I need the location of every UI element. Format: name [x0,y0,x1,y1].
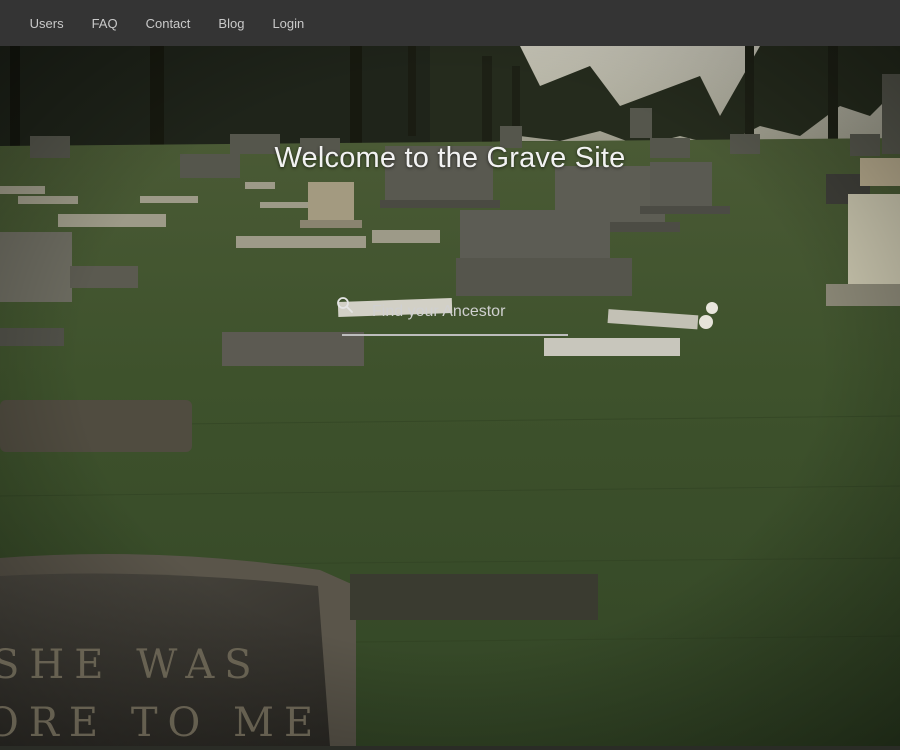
nav-item-login[interactable]: Login [272,16,304,31]
page-title: Welcome to the Grave Site [274,142,626,174]
search-input[interactable] [370,299,570,325]
nav-item-faq[interactable]: FAQ [92,16,118,31]
headstone-inscription-line-2: ORE TO ME [0,700,323,746]
top-navbar: t Users FAQ Contact Blog Login [0,0,900,46]
headstone-inscription-line-1: SHE WAS [0,642,262,688]
hero-section: SHE WAS ORE TO ME Welcome to the Grave S… [0,46,900,746]
page: t Users FAQ Contact Blog Login [0,0,900,750]
nav-item-contact[interactable]: Contact [146,16,191,31]
search-icon [337,297,353,313]
nav-item-users[interactable]: Users [30,16,64,31]
ancestor-search [336,296,576,336]
search-underline [342,334,568,336]
nav-links: t Users FAQ Contact Blog Login [0,0,332,46]
nav-item-blog[interactable]: Blog [218,16,244,31]
